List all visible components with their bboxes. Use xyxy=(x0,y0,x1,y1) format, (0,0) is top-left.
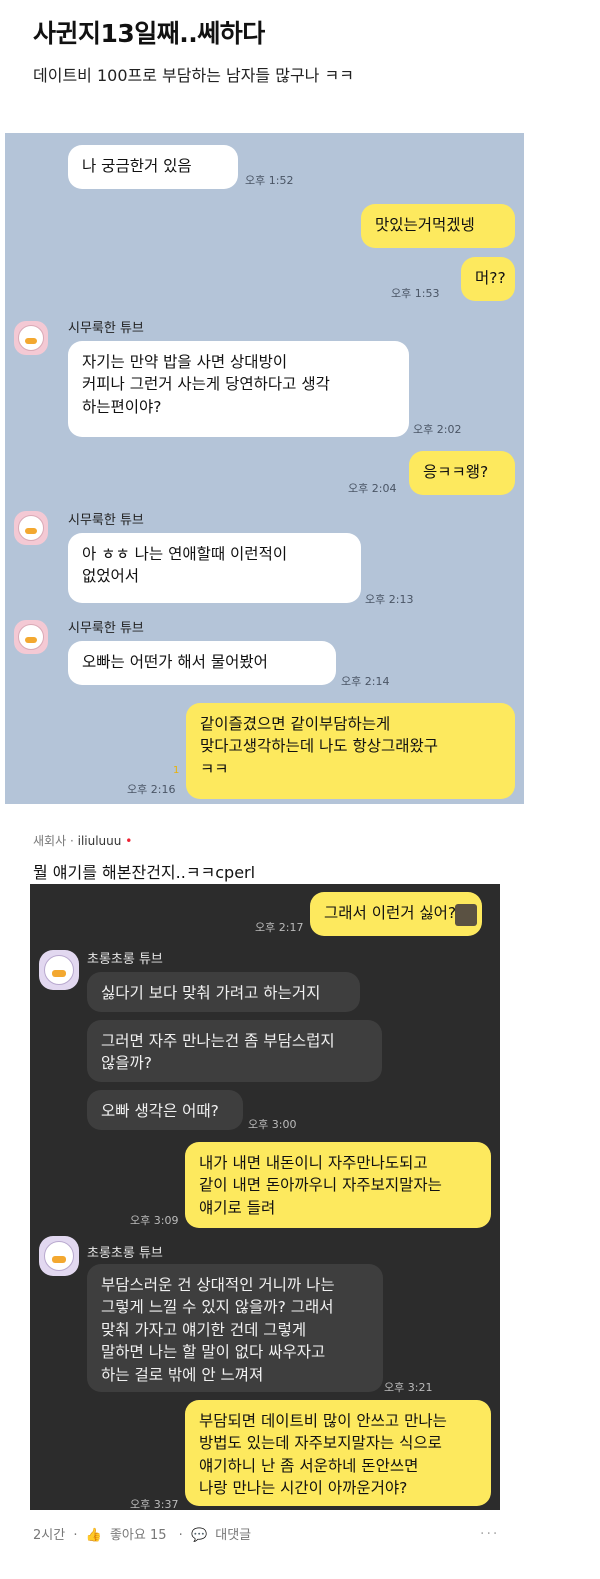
separator: · xyxy=(69,834,74,848)
message-time: 오후 3:37 xyxy=(130,1498,179,1511)
post-title: 사귄지13일째..쎄하다 xyxy=(33,19,265,48)
partner-avatar[interactable] xyxy=(39,1236,79,1276)
author-badge: • xyxy=(125,834,133,848)
message-time: 오후 2:17 xyxy=(255,921,304,934)
message-time: 오후 2:14 xyxy=(341,675,390,688)
partner-name: 초롱초롱 튜브 xyxy=(87,952,163,967)
post-subtitle: 데이트비 100프로 부담하는 남자들 많구나 ㅋㅋ xyxy=(33,66,354,85)
message-bubble: 아 ㅎㅎ 나는 연애할때 이런적이 없었어서 xyxy=(68,533,361,603)
partner-name: 시무룩한 튜브 xyxy=(68,621,144,636)
message-bubble: 같이즐겼으면 같이부담하는게 맞다고생각하는데 나도 항상그래왔구 ㅋㅋ xyxy=(186,703,515,799)
like-button[interactable]: 👍 좋아요 15 xyxy=(86,1528,171,1543)
tube-character-icon xyxy=(44,955,74,985)
partner-avatar[interactable] xyxy=(14,620,48,654)
reply-label: 대댓글 xyxy=(215,1528,252,1543)
speech-bubble-icon: 💬 xyxy=(190,1528,208,1543)
message-time: 오후 3:00 xyxy=(248,1118,297,1131)
comment-meta: 새회사 · iliuluuu • xyxy=(33,832,132,849)
message-bubble: 오빠 생각은 어때? xyxy=(87,1090,243,1130)
partner-name: 초롱초롱 튜브 xyxy=(87,1246,163,1261)
message-time: 오후 1:52 xyxy=(245,174,294,187)
message-bubble: 맛있는거먹겠넹 xyxy=(361,204,515,248)
message-bubble: 싫다기 보다 맞춰 가려고 하는거지 xyxy=(87,972,360,1012)
message-time: 오후 2:04 xyxy=(348,482,397,495)
message-bubble: 머?? xyxy=(461,257,515,301)
reply-button[interactable]: 💬 대댓글 xyxy=(191,1528,255,1543)
partner-avatar[interactable] xyxy=(14,511,48,545)
message-time: 오후 2:02 xyxy=(413,423,462,436)
message-bubble: 부담되면 데이트비 많이 안쓰고 만나는 방법도 있는데 자주보지말자는 식으로… xyxy=(185,1400,491,1506)
message-bubble: 응ㅋㅋ왱? xyxy=(409,451,515,495)
overlay-thumbnail-icon xyxy=(455,904,477,926)
comment-author[interactable]: iliuluuu xyxy=(78,834,122,848)
partner-avatar[interactable] xyxy=(39,950,79,990)
post-age: 2시간 xyxy=(33,1528,66,1543)
message-bubble: 부담스러운 건 상대적인 거니까 나는 그렇게 느낄 수 있지 않을까? 그래서… xyxy=(87,1264,383,1392)
separator: · xyxy=(73,1528,78,1543)
like-count: 좋아요 15 xyxy=(109,1528,167,1543)
message-time: 오후 2:16 xyxy=(127,783,176,796)
separator: · xyxy=(178,1528,183,1543)
message-bubble: 오빠는 어떤가 해서 물어봤어 xyxy=(68,641,336,685)
message-bubble: 그러면 자주 만나는건 좀 부담스럽지 않을까? xyxy=(87,1020,382,1082)
message-bubble: 나 궁금한거 있음 xyxy=(68,145,238,189)
message-time: 오후 3:21 xyxy=(384,1381,433,1394)
message-time: 오후 1:53 xyxy=(391,287,440,300)
message-bubble: 자기는 만약 밥을 사면 상대방이 커피나 그런거 사는게 당연하다고 생각 하… xyxy=(68,341,409,437)
tube-character-icon xyxy=(18,624,44,650)
unread-count: 1 xyxy=(173,765,180,776)
comment-text: 뭘 얘기를 해본잔건지..ㅋㅋcperl xyxy=(33,863,256,882)
partner-avatar[interactable] xyxy=(14,321,48,355)
message-time: 오후 2:13 xyxy=(365,593,414,606)
partner-name: 시무룩한 튜브 xyxy=(68,321,144,336)
more-options-icon[interactable]: ··· xyxy=(480,1526,499,1542)
message-time: 오후 3:09 xyxy=(130,1214,179,1227)
thumbs-up-icon: 👍 xyxy=(85,1528,102,1543)
message-bubble: 내가 내면 내돈이니 자주만나도되고 같이 내면 돈아까우니 자주보지말자는 얘… xyxy=(185,1142,491,1228)
board-name[interactable]: 새회사 xyxy=(33,834,66,848)
tube-character-icon xyxy=(18,325,44,351)
tube-character-icon xyxy=(44,1241,74,1271)
post-footer: 2시간 · 👍 좋아요 15 · 💬 대댓글 xyxy=(33,1524,259,1543)
partner-name: 시무룩한 튜브 xyxy=(68,513,144,528)
chat-screenshot-2: 그래서 이런거 싫어?? 오후 2:17 초롱초롱 튜브 싫다기 보다 맞춰 가… xyxy=(30,884,500,1511)
tube-character-icon xyxy=(18,515,44,541)
chat-screenshot-1: 나 궁금한거 있음 오후 1:52 맛있는거먹겠넹 머?? 오후 1:53 시무… xyxy=(5,133,524,804)
